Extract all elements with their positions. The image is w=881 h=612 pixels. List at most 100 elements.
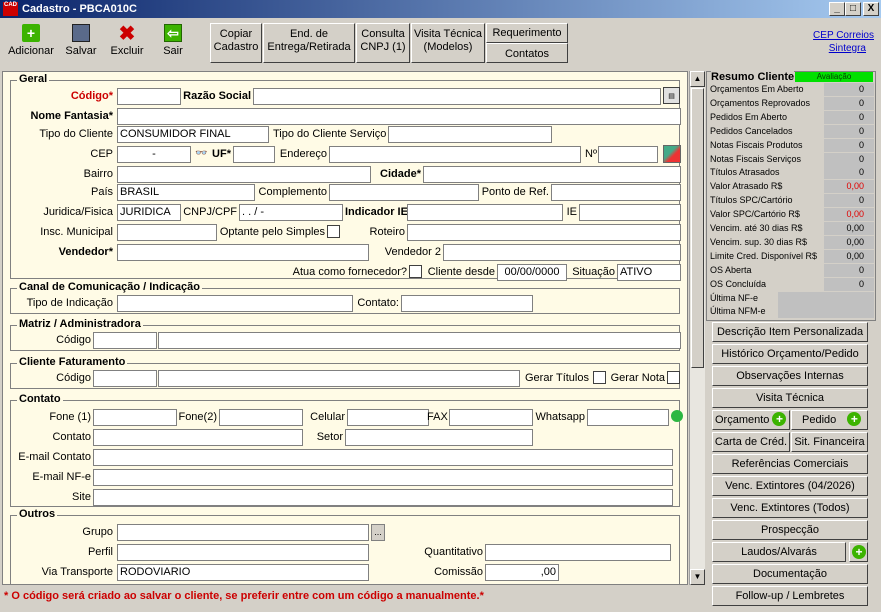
fone1-input[interactable] [93, 409, 177, 426]
vendedor2-input[interactable] [443, 244, 681, 261]
commercial-references-button[interactable]: Referências Comerciais [712, 454, 868, 474]
documentation-button[interactable]: Documentação [712, 564, 868, 584]
contato-input[interactable] [93, 429, 303, 446]
cnpj-lookup-button[interactable]: Consulta CNPJ (1) [356, 23, 410, 63]
group-matriz-title: Matriz / Administradora [17, 318, 143, 330]
close-button[interactable]: X [863, 2, 879, 16]
search-log-icon[interactable]: ▤ [663, 87, 680, 104]
add-button[interactable]: + Adicionar [8, 24, 54, 64]
gerar-nota-checkbox[interactable] [667, 371, 680, 384]
summary-row-value: 0,00 [824, 222, 874, 235]
faturamento-nome-input[interactable] [158, 370, 520, 387]
delivery-address-button[interactable]: End. de Entrega/Retirada [263, 23, 355, 63]
minimize-button[interactable]: _ [829, 2, 845, 16]
scroll-down-icon[interactable]: ▼ [690, 569, 705, 585]
gerar-titulos-checkbox[interactable] [593, 371, 606, 384]
uf-input[interactable] [233, 146, 275, 163]
custom-item-description-button[interactable]: Descrição Item Personalizada [712, 322, 868, 342]
summary-row-label: Orçamentos Reprovados [710, 97, 811, 108]
endereco-input[interactable] [329, 146, 581, 163]
history-button[interactable]: Histórico Orçamento/Pedido [712, 344, 868, 364]
quote-button[interactable]: Orçamento + [712, 410, 790, 430]
add-report-button[interactable]: + [849, 542, 868, 562]
contato-indicacao-input[interactable] [401, 295, 533, 312]
add-order-icon[interactable]: + [847, 412, 862, 426]
matriz-nome-input[interactable] [158, 332, 681, 349]
technical-visit-button[interactable]: Visita Técnica (Modelos) [411, 23, 485, 63]
financial-status-button[interactable]: Sit. Financeira [791, 432, 868, 452]
whatsapp-icon[interactable] [671, 410, 683, 422]
cnpj-input[interactable]: . . / - [239, 204, 343, 221]
matriz-codigo-input[interactable] [93, 332, 157, 349]
situacao-input[interactable]: ATIVO [617, 264, 681, 281]
map-icon[interactable] [663, 145, 681, 163]
ie-input[interactable] [579, 204, 681, 221]
via-transporte-input[interactable]: RODOVIARIO [117, 564, 369, 581]
extinguisher-expiry-month-button[interactable]: Venc. Extintores (04/2026) [712, 476, 868, 496]
extinguisher-expiry-all-button[interactable]: Venc. Extintores (Todos) [712, 498, 868, 518]
faturamento-codigo-input[interactable] [93, 370, 157, 387]
order-button[interactable]: Pedido + [791, 410, 868, 430]
numero-input[interactable] [598, 146, 658, 163]
roteiro-input[interactable] [407, 224, 681, 241]
email-nfe-input[interactable] [93, 469, 673, 486]
complemento-label: Complemento [258, 186, 327, 198]
setor-input[interactable] [345, 429, 533, 446]
ie-label: IE [566, 206, 577, 218]
tipo-cliente-input[interactable]: CONSUMIDOR FINAL [117, 126, 269, 143]
add-quote-icon[interactable]: + [772, 412, 787, 426]
complemento-input[interactable] [329, 184, 479, 201]
bairro-input[interactable] [117, 166, 371, 183]
perfil-input[interactable] [117, 544, 369, 561]
email-input[interactable] [93, 449, 673, 466]
contacts-button[interactable]: Contatos [486, 43, 568, 63]
scroll-up-icon[interactable]: ▲ [690, 71, 705, 87]
grupo-input[interactable] [117, 524, 369, 541]
fax-label: FAX [427, 411, 448, 423]
form-scrollbar[interactable]: ▲ ▼ [689, 71, 705, 585]
site-input[interactable] [93, 489, 673, 506]
quantitativo-input[interactable] [485, 544, 671, 561]
ponto-ref-input[interactable] [551, 184, 681, 201]
indicador-ie-input[interactable] [407, 204, 563, 221]
requirement-button[interactable]: Requerimento [486, 23, 568, 43]
maximize-button[interactable]: □ [845, 2, 861, 16]
followup-button[interactable]: Follow-up / Lembretes [712, 586, 868, 606]
reports-permits-button[interactable]: Laudos/Alvarás [712, 542, 846, 562]
cep-input[interactable]: - [117, 146, 191, 163]
grupo-lookup-button[interactable]: ... [371, 524, 385, 541]
insc-municipal-input[interactable] [117, 224, 217, 241]
binoculars-icon[interactable]: 👓 [195, 148, 207, 159]
razao-input[interactable] [253, 88, 661, 105]
juridica-input[interactable]: JURIDICA [117, 204, 181, 221]
cliente-desde-input[interactable]: 00/00/0000 [497, 264, 567, 281]
vendedor-input[interactable] [117, 244, 369, 261]
technical-visit-side-button[interactable]: Visita Técnica [712, 388, 868, 408]
cidade-input[interactable] [423, 166, 681, 183]
comissao-input[interactable]: ,00 [485, 564, 559, 581]
whatsapp-input[interactable] [587, 409, 669, 426]
sintegra-link[interactable]: Sintegra [790, 43, 866, 54]
fone2-input[interactable] [219, 409, 303, 426]
internal-notes-button[interactable]: Observações Internas [712, 366, 868, 386]
save-button[interactable]: Salvar [58, 24, 104, 64]
tipo-indicacao-input[interactable] [117, 295, 353, 312]
summary-row-label: OS Aberta [710, 264, 752, 275]
pais-input[interactable]: BRASIL [117, 184, 255, 201]
tipo-servico-input[interactable] [388, 126, 552, 143]
scroll-thumb[interactable] [691, 88, 704, 368]
codigo-input[interactable] [117, 88, 181, 105]
delete-button[interactable]: ✖ Excluir [104, 23, 150, 64]
prospection-button[interactable]: Prospecção [712, 520, 868, 540]
fornecedor-checkbox[interactable] [409, 265, 422, 278]
optante-checkbox[interactable] [327, 225, 340, 238]
summary-row-value: 0 [824, 96, 874, 110]
copy-record-button[interactable]: Copiar Cadastro [210, 23, 262, 63]
credit-letter-button[interactable]: Carta de Créd. [712, 432, 790, 452]
celular-input[interactable] [347, 409, 429, 426]
fantasia-input[interactable] [117, 108, 681, 125]
exit-button[interactable]: ⇦ Sair [150, 24, 196, 64]
grupo-label: Grupo [82, 526, 113, 538]
cep-correios-link[interactable]: CEP Correios [790, 30, 874, 41]
fax-input[interactable] [449, 409, 533, 426]
